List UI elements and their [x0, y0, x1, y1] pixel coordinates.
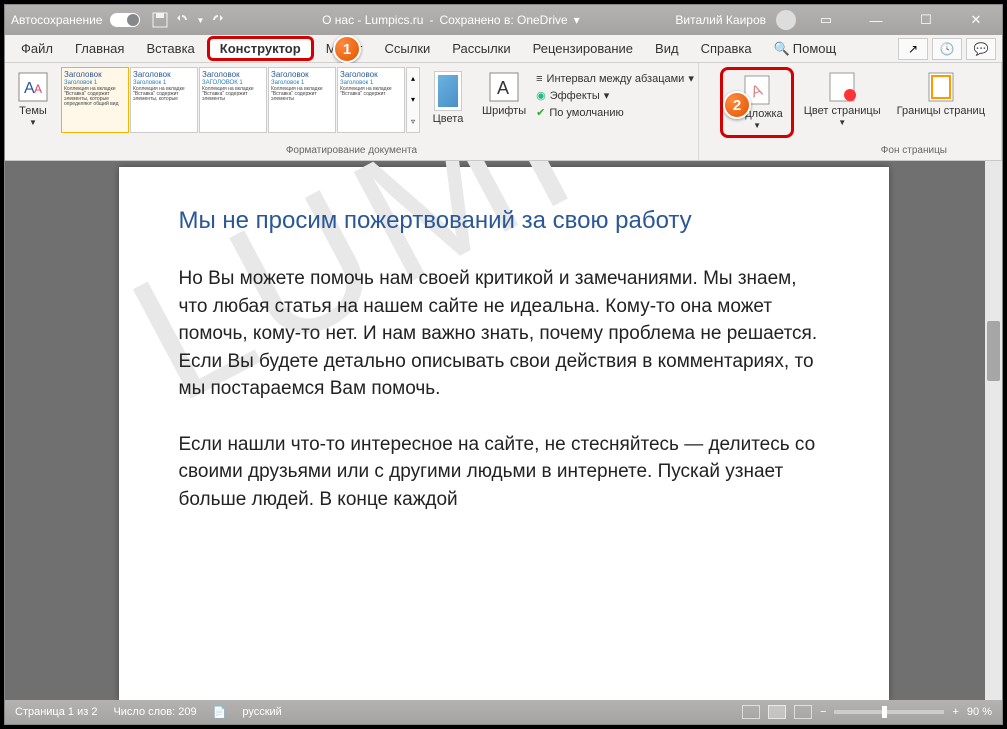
gallery-item[interactable]: ЗаголовокЗаголовок 1Коллекция на вкладке… — [130, 67, 198, 133]
comments-button[interactable]: 💬 — [966, 38, 996, 60]
undo-icon[interactable] — [174, 12, 190, 28]
tab-mailings[interactable]: Рассылки — [442, 37, 520, 60]
read-mode-icon[interactable] — [742, 705, 760, 719]
avatar[interactable] — [776, 10, 796, 30]
ribbon: AA Темы▼ ЗаголовокЗаголовок 1Коллекция н… — [5, 63, 1002, 161]
svg-text:A: A — [34, 82, 42, 96]
colors-button[interactable]: Цвета — [424, 67, 472, 129]
callout-badge-1: 1 — [333, 35, 361, 63]
doc-title: О нас - Lumpics.ru — [322, 13, 423, 27]
gallery-more-icon[interactable]: ▴▾▿ — [406, 67, 420, 133]
print-layout-icon[interactable] — [768, 705, 786, 719]
saved-location: Сохранено в: OneDrive — [439, 13, 567, 27]
gallery-item[interactable]: ЗаголовокЗаголовок 1Коллекция на вкладке… — [61, 67, 129, 133]
autosave-toggle[interactable] — [110, 13, 140, 27]
page-status[interactable]: Страница 1 из 2 — [15, 706, 97, 718]
gallery-item[interactable]: ЗаголовокЗаголовок 1Коллекция на вкладке… — [268, 67, 336, 133]
page[interactable]: LUMPI Мы не просим пожертвований за свою… — [119, 167, 889, 700]
document-area[interactable]: LUMPI Мы не просим пожертвований за свою… — [5, 161, 1002, 700]
zoom-slider[interactable] — [834, 710, 944, 714]
zoom-out-icon[interactable]: − — [820, 706, 826, 718]
language-status[interactable]: русский — [242, 706, 281, 718]
page-borders-button[interactable]: Границы страниц — [891, 67, 991, 121]
redo-icon[interactable] — [210, 12, 226, 28]
tab-review[interactable]: Рецензирование — [523, 37, 643, 60]
gallery-item[interactable]: ЗаголовокЗАГОЛОВОК 1Коллекция на вкладке… — [199, 67, 267, 133]
group-label-background: Фон страницы — [703, 145, 997, 158]
svg-text:A: A — [497, 78, 509, 98]
qat-dropdown-icon[interactable]: ▼ — [196, 16, 204, 25]
fonts-button[interactable]: AШрифты — [476, 67, 532, 121]
check-icon: ✔ — [536, 106, 545, 119]
tab-file[interactable]: Файл — [11, 37, 63, 60]
tab-home[interactable]: Главная — [65, 37, 134, 60]
web-layout-icon[interactable] — [794, 705, 812, 719]
paragraph[interactable]: Если нашли что-то интересное на сайте, н… — [179, 431, 829, 514]
tab-view[interactable]: Вид — [645, 37, 689, 60]
gallery-item[interactable]: ЗаголовокЗаголовок 1Коллекция на вкладке… — [337, 67, 405, 133]
tab-help[interactable]: Справка — [691, 37, 762, 60]
proofing-icon[interactable]: 📄 — [213, 706, 227, 719]
save-icon[interactable] — [152, 12, 168, 28]
zoom-in-icon[interactable]: + — [952, 706, 958, 718]
ribbon-options-icon[interactable]: ▭ — [806, 5, 846, 35]
tab-references[interactable]: Ссылки — [375, 37, 441, 60]
tell-me[interactable]: 🔍Помощ — [764, 37, 847, 61]
effects-icon: ◉ — [536, 89, 546, 102]
word-count[interactable]: Число слов: 209 — [113, 706, 196, 718]
search-icon: 🔍 — [774, 41, 790, 56]
share-button[interactable]: ↗ — [898, 38, 928, 60]
page-color-button[interactable]: Цвет страницы▼ — [798, 67, 887, 132]
spacing-icon: ≡ — [536, 73, 542, 85]
style-gallery[interactable]: ЗаголовокЗаголовок 1Коллекция на вкладке… — [61, 67, 420, 133]
tab-insert[interactable]: Вставка — [136, 37, 204, 60]
ribbon-tabs: Файл Главная Вставка Конструктор Макет С… — [5, 35, 1002, 63]
close-icon[interactable]: ✕ — [956, 5, 996, 35]
heading[interactable]: Мы не просим пожертвований за свою работ… — [179, 207, 829, 235]
history-button[interactable]: 🕓 — [932, 38, 962, 60]
set-default-button[interactable]: ✔По умолчанию — [536, 105, 694, 120]
minimize-icon[interactable]: — — [856, 5, 896, 35]
themes-button[interactable]: AA Темы▼ — [9, 67, 57, 132]
scroll-thumb[interactable] — [987, 321, 1000, 381]
paragraph[interactable]: Но Вы можете помочь нам своей критикой и… — [179, 265, 829, 403]
maximize-icon[interactable]: ☐ — [906, 5, 946, 35]
zoom-value[interactable]: 90 % — [967, 706, 992, 718]
group-label-formatting: Форматирование документа — [9, 145, 694, 158]
titlebar: Автосохранение ▼ О нас - Lumpics.ru - Со… — [5, 5, 1002, 35]
statusbar: Страница 1 из 2 Число слов: 209 📄 русски… — [5, 700, 1002, 724]
callout-badge-2: 2 — [723, 91, 751, 119]
scrollbar[interactable] — [985, 161, 1002, 700]
paragraph-spacing-button[interactable]: ≡Интервал между абзацами ▾ — [536, 71, 694, 86]
tab-design[interactable]: Конструктор — [207, 36, 314, 61]
autosave-label: Автосохранение — [11, 13, 102, 27]
user-name[interactable]: Виталий Каиров — [675, 13, 766, 27]
effects-button[interactable]: ◉Эффекты ▾ — [536, 88, 694, 103]
